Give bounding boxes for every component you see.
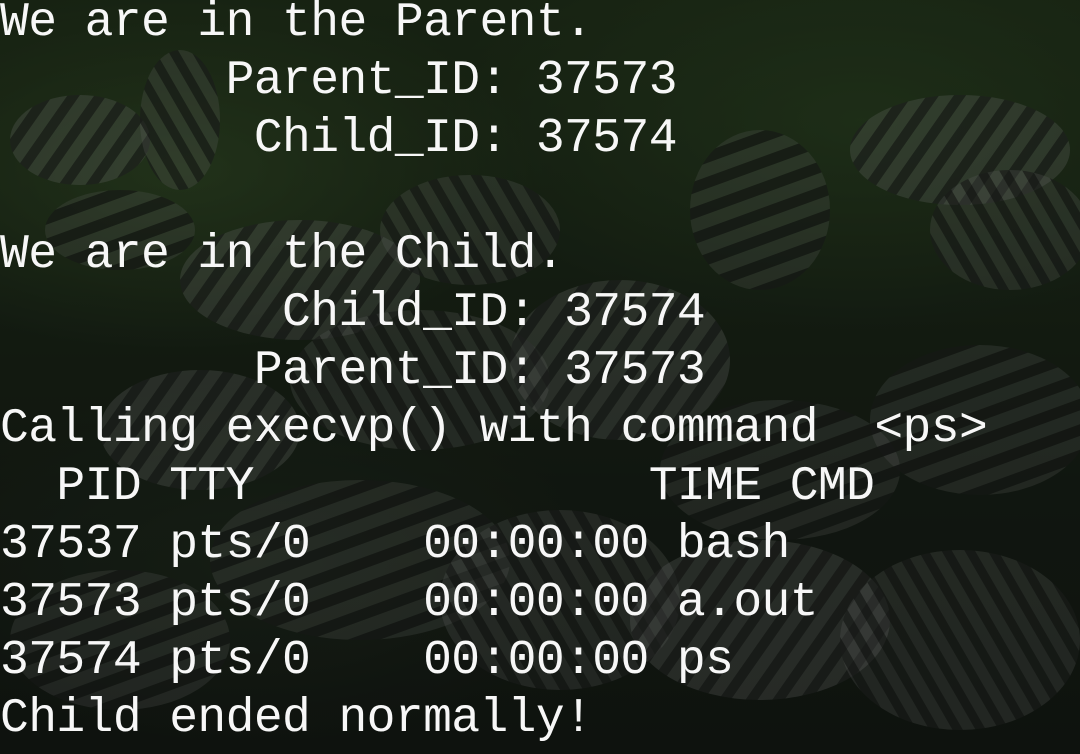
terminal-line: Child_ID: 37574	[0, 286, 706, 340]
terminal-line: Child_ID: 37574	[0, 112, 678, 166]
terminal-line: We are in the Child.	[0, 228, 565, 282]
terminal-line: Parent_ID: 37573	[0, 54, 678, 108]
terminal-line: PID TTY TIME CMD	[0, 460, 875, 514]
terminal-line: Child ended normally!	[0, 692, 593, 746]
terminal-line: 37537 pts/0 00:00:00 bash	[0, 518, 790, 572]
terminal-line: Parent_ID: 37573	[0, 344, 706, 398]
terminal-output[interactable]: We are in the Parent. Parent_ID: 37573 C…	[0, 0, 1080, 754]
terminal-line: 37574 pts/0 00:00:00 ps	[0, 634, 734, 688]
terminal-line: Calling execvp() with command <ps>	[0, 402, 988, 456]
terminal-line: We are in the Parent.	[0, 0, 593, 50]
terminal-window[interactable]: We are in the Parent. Parent_ID: 37573 C…	[0, 0, 1080, 754]
terminal-line: 37573 pts/0 00:00:00 a.out	[0, 576, 819, 630]
